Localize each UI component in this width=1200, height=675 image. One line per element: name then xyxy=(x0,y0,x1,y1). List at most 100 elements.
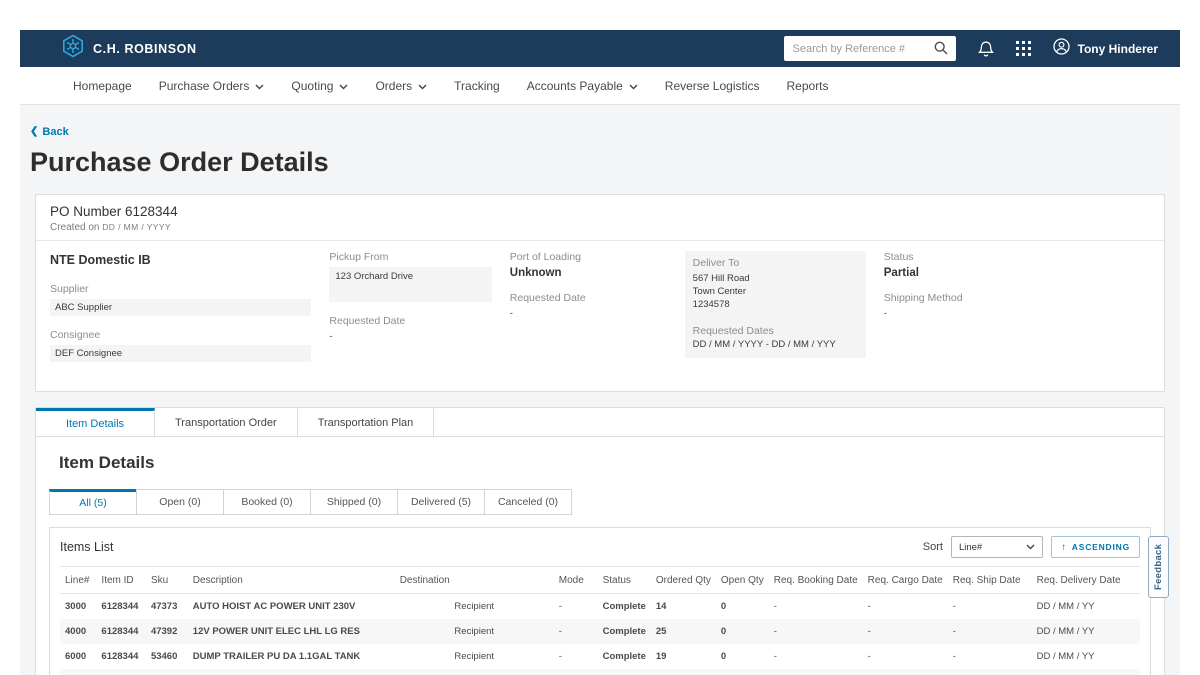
sort-direction-label: ASCENDING xyxy=(1072,542,1130,552)
reference-search xyxy=(784,36,956,61)
nav-item-label: Reports xyxy=(787,79,829,93)
supplier-value: ABC Supplier xyxy=(50,299,311,316)
nav-item-label: Tracking xyxy=(454,79,500,93)
page: C.H. ROBINSON xyxy=(20,30,1180,675)
cell-item_id: 6128344 xyxy=(96,669,146,675)
created-label: Created on xyxy=(50,222,99,233)
nav-item-reverse-logistics[interactable]: Reverse Logistics xyxy=(665,79,760,93)
nav-item-purchase-orders[interactable]: Purchase Orders xyxy=(159,79,265,93)
cell-req_cargo_date: - xyxy=(863,619,948,644)
po-number: PO Number 6128344 xyxy=(50,204,1150,219)
nav-item-quoting[interactable]: Quoting xyxy=(291,79,348,93)
status-tab-delivered-5[interactable]: Delivered (5) xyxy=(397,489,485,515)
cell-req_ship_date: - xyxy=(948,644,1032,669)
deliver-requested-dates-value: DD / MM / YYYY - DD / MM / YYY xyxy=(693,339,858,350)
cell-ordered_qty: 15 xyxy=(651,669,716,675)
status-tab-open-0[interactable]: Open (0) xyxy=(136,489,224,515)
cell-destination: Recipient xyxy=(395,594,554,620)
nav-item-reports[interactable]: Reports xyxy=(787,79,829,93)
po-col-pickup: Pickup From 123 Orchard Drive Requested … xyxy=(329,251,509,375)
po-summary-panel: PO Number 6128344 Created on DD / MM / Y… xyxy=(35,194,1165,392)
cell-mode: - xyxy=(554,644,598,669)
status-tab-booked-0[interactable]: Booked (0) xyxy=(223,489,311,515)
cell-destination: Recipient xyxy=(395,644,554,669)
arrow-up-icon: ↑ xyxy=(1061,542,1067,553)
cell-req_ship_date: - xyxy=(948,619,1032,644)
loading-requested-date-value: - xyxy=(510,308,667,319)
section-title: Item Details xyxy=(49,453,1151,473)
cell-req_delivery_date: DD / MM / YY xyxy=(1032,619,1140,644)
cell-req_delivery_date: DD / MM / YY xyxy=(1032,644,1140,669)
chevron-down-icon xyxy=(255,79,264,93)
cell-sku: 47392 xyxy=(146,619,188,644)
page-title: Purchase Order Details xyxy=(30,147,1165,178)
tab-transportation-plan[interactable]: Transportation Plan xyxy=(298,408,435,436)
brand[interactable]: C.H. ROBINSON xyxy=(62,34,197,63)
back-link[interactable]: ❮ Back xyxy=(30,126,69,138)
items-table-header: Line#Item IDSkuDescriptionDestinationMod… xyxy=(60,567,1140,594)
nav-item-homepage[interactable]: Homepage xyxy=(73,79,132,93)
tab-item-details[interactable]: Item Details xyxy=(36,408,155,436)
sort-direction-button[interactable]: ↑ ASCENDING xyxy=(1051,536,1140,558)
items-list-title: Items List xyxy=(60,540,114,554)
feedback-tab[interactable]: Feedback xyxy=(1148,536,1169,598)
loading-requested-date-label: Requested Date xyxy=(510,292,667,304)
cell-description: DUMP TRAILER PU DA 1.1GAL TANK xyxy=(188,644,395,669)
chevron-down-icon xyxy=(1026,542,1035,553)
cell-destination: Recipient xyxy=(395,619,554,644)
cell-req_delivery_date: DD / MM / YY xyxy=(1032,594,1140,620)
cell-open_qty: 0 xyxy=(716,644,769,669)
cell-open_qty: 0 xyxy=(716,669,769,675)
status-tab-canceled-0[interactable]: Canceled (0) xyxy=(484,489,572,515)
status-tab-shipped-0[interactable]: Shipped (0) xyxy=(310,489,398,515)
cell-ordered_qty: 14 xyxy=(651,594,716,620)
column-header-item-id: Item ID xyxy=(96,567,146,594)
pickup-from-value: 123 Orchard Drive xyxy=(329,267,491,302)
cell-sku: 53460 xyxy=(146,644,188,669)
sort-label: Sort xyxy=(923,541,943,553)
po-col-status: Status Partial Shipping Method - xyxy=(884,251,1150,375)
column-header-line: Line# xyxy=(60,567,96,594)
user-menu[interactable]: Tony Hinderer xyxy=(1053,38,1158,60)
po-header: PO Number 6128344 Created on DD / MM / Y… xyxy=(36,195,1164,241)
nav-item-label: Homepage xyxy=(73,79,132,93)
cell-destination: Recipient xyxy=(395,669,554,675)
notifications-bell-icon[interactable] xyxy=(978,40,994,58)
search-icon[interactable] xyxy=(933,40,949,61)
cell-req_cargo_date: - xyxy=(863,644,948,669)
pickup-from-label: Pickup From xyxy=(329,251,491,263)
deliver-requested-dates-label: Requested Dates xyxy=(693,325,858,337)
sort-controls: Sort Line# ↑ ASCENDING xyxy=(923,536,1140,558)
apps-grid-icon[interactable] xyxy=(1016,41,1031,56)
cell-ordered_qty: 19 xyxy=(651,644,716,669)
shipping-method-label: Shipping Method xyxy=(884,292,1132,304)
status-badge: Partial xyxy=(884,267,1132,279)
cell-line: 6000 xyxy=(60,644,96,669)
search-input[interactable] xyxy=(784,36,956,61)
cell-status: Complete xyxy=(598,669,651,675)
items-table: Line#Item IDSkuDescriptionDestinationMod… xyxy=(60,566,1140,675)
app-header: C.H. ROBINSON xyxy=(20,30,1180,67)
cell-mode: - xyxy=(554,669,598,675)
po-col-order: NTE Domestic IB Supplier ABC Supplier Co… xyxy=(50,251,329,375)
status-label: Status xyxy=(884,251,1132,263)
deliver-address-line: 1234578 xyxy=(693,299,858,312)
nav-item-label: Quoting xyxy=(291,79,333,93)
nav-item-label: Orders xyxy=(375,79,412,93)
column-header-open-qty: Open Qty xyxy=(716,567,769,594)
nav-item-orders[interactable]: Orders xyxy=(375,79,427,93)
tab-transportation-order[interactable]: Transportation Order xyxy=(155,408,298,436)
deliver-address-line: Town Center xyxy=(693,286,858,299)
column-header-req-booking-date: Req. Booking Date xyxy=(769,567,863,594)
nav-item-tracking[interactable]: Tracking xyxy=(454,79,500,93)
cell-line: 4000 xyxy=(60,619,96,644)
content: ❮ Back Purchase Order Details PO Number … xyxy=(20,105,1180,675)
cell-open_qty: 0 xyxy=(716,594,769,620)
nav-item-accounts-payable[interactable]: Accounts Payable xyxy=(527,79,638,93)
cell-item_id: 6128344 xyxy=(96,619,146,644)
cell-req_ship_date: - xyxy=(948,594,1032,620)
main-nav: Homepage Purchase Orders Quoting Orders Trac… xyxy=(20,67,1180,105)
status-tab-all-5[interactable]: All (5) xyxy=(49,489,137,515)
cell-open_qty: 0 xyxy=(716,619,769,644)
sort-select[interactable]: Line# xyxy=(951,536,1043,558)
